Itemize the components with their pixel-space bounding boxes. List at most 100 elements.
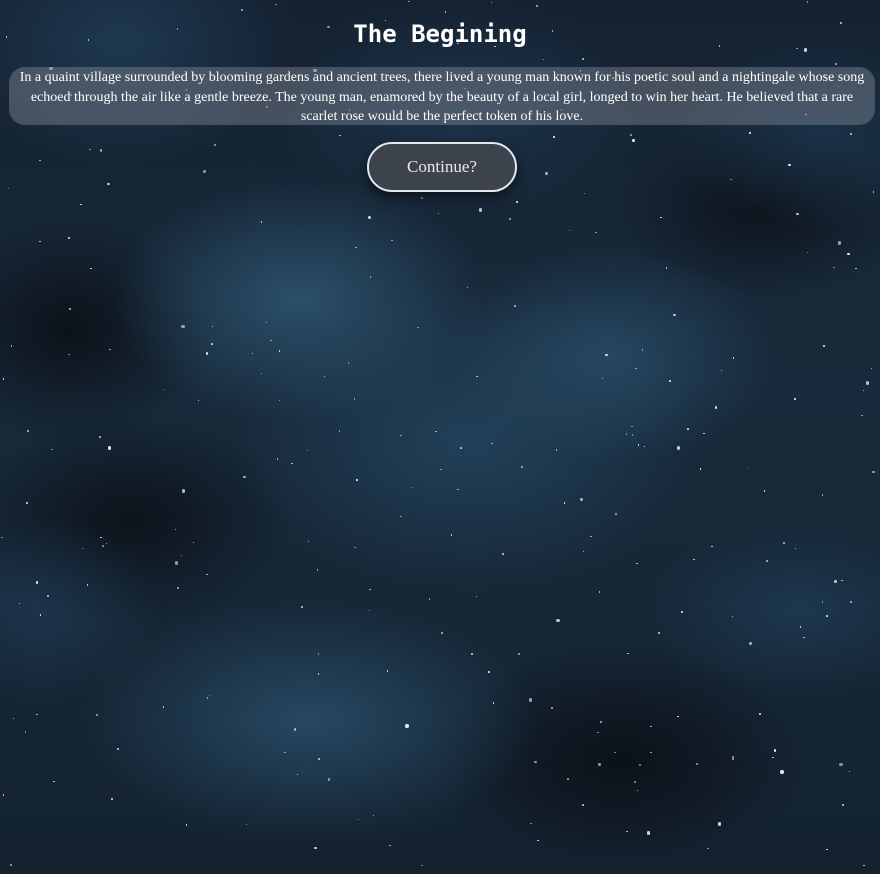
- star: [460, 447, 462, 449]
- star: [693, 558, 695, 561]
- star: [355, 246, 357, 249]
- star: [174, 561, 179, 565]
- star: [69, 308, 71, 310]
- star: [681, 611, 683, 613]
- star: [717, 822, 722, 826]
- star: [26, 502, 28, 504]
- star: [732, 357, 735, 359]
- star: [731, 757, 735, 761]
- star: [102, 545, 104, 547]
- star: [317, 653, 319, 655]
- star: [579, 497, 584, 502]
- star: [660, 216, 662, 219]
- star: [646, 831, 651, 835]
- star: [636, 562, 638, 565]
- star: [206, 573, 208, 576]
- star: [12, 717, 15, 720]
- star: [590, 535, 592, 538]
- star: [39, 614, 42, 616]
- star: [803, 636, 805, 639]
- star: [730, 178, 732, 181]
- star: [518, 653, 520, 655]
- star: [105, 542, 108, 545]
- star: [400, 434, 402, 437]
- star: [568, 229, 571, 232]
- star: [636, 789, 639, 792]
- star: [428, 598, 431, 600]
- star: [542, 58, 545, 60]
- star: [796, 212, 799, 216]
- star: [408, 0, 410, 3]
- star: [197, 399, 200, 402]
- star: [421, 197, 423, 199]
- star: [600, 721, 602, 723]
- star: [835, 63, 837, 65]
- star: [386, 670, 389, 672]
- star: [417, 326, 419, 329]
- star: [24, 731, 27, 733]
- star: [848, 770, 851, 773]
- star: [323, 375, 326, 378]
- star: [502, 553, 504, 555]
- star: [192, 541, 195, 544]
- star: [582, 804, 584, 806]
- star: [823, 345, 825, 347]
- star: [861, 414, 863, 417]
- star: [528, 698, 533, 702]
- star: [839, 762, 843, 767]
- star: [162, 706, 164, 708]
- star: [707, 847, 709, 850]
- star: [625, 433, 628, 435]
- star: [86, 584, 89, 586]
- star: [583, 192, 586, 195]
- star: [794, 398, 796, 400]
- star: [276, 458, 279, 460]
- continue-button[interactable]: Continue?: [367, 142, 517, 192]
- star: [837, 241, 842, 245]
- star: [116, 747, 120, 751]
- star: [703, 432, 705, 435]
- star: [241, 9, 243, 11]
- star: [555, 449, 558, 451]
- star: [306, 449, 309, 452]
- star: [631, 425, 633, 428]
- star: [99, 436, 101, 438]
- star: [643, 445, 646, 448]
- star: [435, 430, 437, 432]
- star: [630, 134, 632, 136]
- star: [556, 618, 560, 623]
- star: [339, 134, 341, 137]
- star: [553, 136, 555, 138]
- star: [870, 367, 873, 370]
- star: [35, 581, 39, 584]
- star: [437, 212, 440, 215]
- star: [615, 513, 617, 515]
- star: [492, 702, 495, 704]
- star: [47, 595, 49, 597]
- star: [788, 163, 791, 167]
- star: [441, 632, 443, 634]
- star: [27, 430, 29, 432]
- star: [278, 399, 280, 402]
- page-title: The Begining: [353, 20, 527, 48]
- star: [534, 760, 537, 764]
- star: [107, 446, 112, 450]
- star: [440, 468, 442, 471]
- star: [806, 251, 809, 254]
- star: [111, 798, 113, 800]
- story-text: In a quaint village surrounded by bloomi…: [19, 70, 865, 124]
- star: [872, 470, 875, 474]
- starry-night-background: [0, 0, 880, 874]
- star: [665, 267, 668, 269]
- star: [676, 446, 681, 450]
- star: [475, 595, 478, 598]
- star: [270, 339, 272, 342]
- star: [275, 3, 277, 6]
- star: [582, 550, 585, 553]
- star: [530, 822, 532, 825]
- star: [163, 388, 166, 391]
- star: [567, 778, 569, 780]
- star: [444, 11, 447, 13]
- star: [638, 763, 642, 767]
- star: [278, 350, 281, 352]
